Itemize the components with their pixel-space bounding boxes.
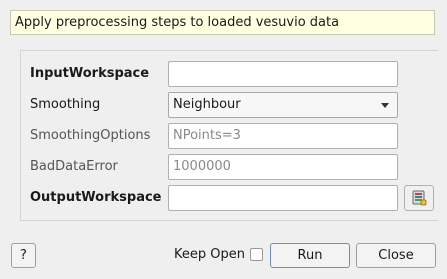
- keep-open-label: Keep Open: [174, 247, 245, 262]
- property-label: InputWorkspace: [30, 66, 150, 81]
- bad-data-error-field[interactable]: 1000000: [168, 154, 398, 180]
- keep-open-checkbox[interactable]: [250, 248, 263, 261]
- output-workspace-field[interactable]: [168, 185, 398, 211]
- smoothing-select[interactable]: Neighbour: [168, 92, 398, 118]
- help-button[interactable]: ?: [11, 243, 36, 268]
- close-button[interactable]: Close: [356, 243, 436, 268]
- workspace-selector-icon: [412, 190, 427, 206]
- run-button[interactable]: Run: [270, 243, 350, 268]
- property-label: OutputWorkspace: [30, 190, 162, 205]
- property-label: SmoothingOptions: [30, 128, 151, 143]
- algorithm-description: Apply preprocessing steps to loaded vesu…: [10, 10, 435, 35]
- smoothing-options-field[interactable]: NPoints=3: [168, 123, 398, 149]
- property-label: BadDataError: [30, 159, 118, 174]
- property-label: Smoothing: [30, 97, 101, 112]
- smoothing-selected-value: Neighbour: [173, 97, 241, 112]
- chevron-down-icon: [381, 103, 389, 108]
- workspace-selector-button[interactable]: [404, 185, 434, 211]
- input-workspace-field[interactable]: [168, 61, 398, 87]
